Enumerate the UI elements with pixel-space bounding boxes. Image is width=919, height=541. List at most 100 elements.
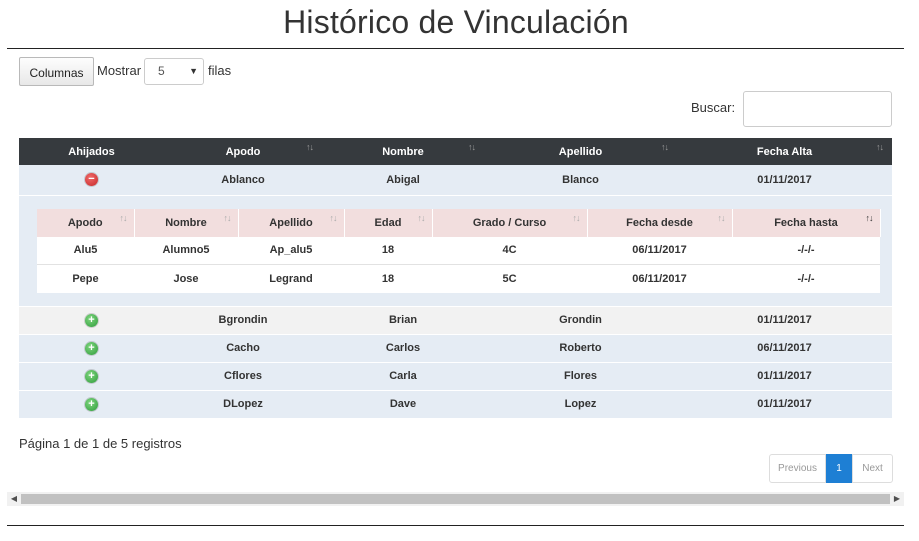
child-nombre-cell: Alumno5 (134, 236, 238, 265)
table-row[interactable]: + DLopez Dave Lopez 01/11/2017 (19, 390, 892, 419)
apodo-cell: DLopez (164, 390, 322, 419)
search-label: Buscar: (691, 100, 736, 115)
child-header-fecha-hasta[interactable]: Fecha hasta ↑↓ (732, 208, 881, 237)
horizontal-scrollbar[interactable]: ◀ ▶ (7, 492, 904, 506)
apellido-cell: Roberto (484, 334, 677, 363)
table-row[interactable]: + Cacho Carlos Roberto 06/11/2017 (19, 334, 892, 363)
header-nombre[interactable]: Nombre ↑↓ (322, 138, 484, 165)
child-header-fecha-desde[interactable]: Fecha desde ↑↓ (587, 208, 733, 237)
child-table-row[interactable]: Pepe Jose Legrand 18 5C 06/11/2017 -/-/- (37, 264, 880, 293)
header-label: Apodo (225, 145, 261, 158)
header-label: Fecha desde (626, 216, 693, 229)
sort-icon[interactable]: ↑↓ (718, 213, 726, 223)
child-header-row: Apodo ↑↓ Nombre ↑↓ Apellido ↑↓ Edad ↑↓ Grado… (37, 208, 881, 237)
table-row[interactable]: + Cflores Carla Flores 01/11/2017 (19, 362, 892, 391)
child-nombre-cell: Jose (134, 264, 238, 293)
child-fecha-hasta-cell: -/-/- (732, 236, 880, 265)
search-input[interactable] (743, 91, 892, 127)
header-label: Apellido (558, 145, 603, 158)
fecha-alta-cell: 01/11/2017 (677, 362, 892, 391)
header-label: Grado / Curso (472, 216, 547, 229)
scrollbar-thumb[interactable] (21, 494, 890, 504)
page-1-button[interactable]: 1 (826, 454, 852, 483)
child-header-grado[interactable]: Grado / Curso ↑↓ (432, 208, 588, 237)
plus-circle-icon[interactable]: + (85, 313, 98, 327)
nombre-cell: Carla (322, 362, 484, 391)
sort-icon[interactable]: ↑↓ (120, 213, 128, 223)
child-header-nombre[interactable]: Nombre ↑↓ (134, 208, 239, 237)
plus-circle-icon[interactable]: + (85, 369, 98, 383)
ahijados-cell: − (19, 165, 164, 196)
sort-icon[interactable]: ↑↓ (306, 142, 314, 152)
pagination: Previous 1 Next (769, 454, 893, 483)
header-apodo[interactable]: Apodo ↑↓ (164, 138, 322, 165)
header-apellido[interactable]: Apellido ↑↓ (484, 138, 677, 165)
footer-divider (7, 525, 904, 526)
header-label: Apodo (67, 216, 103, 229)
child-grado-cell: 4C (432, 236, 587, 265)
header-label: Nombre (165, 216, 207, 229)
next-page-button[interactable]: Next (852, 454, 893, 483)
child-grado-cell: 5C (432, 264, 587, 293)
sort-icon[interactable]: ↑↓ (661, 142, 669, 152)
fecha-alta-cell: 01/11/2017 (677, 165, 892, 196)
previous-page-button[interactable]: Previous (769, 454, 826, 483)
header-fecha-alta[interactable]: Fecha Alta ↑↓ (677, 138, 892, 165)
rows-per-page-select[interactable]: 5 ▼ (144, 58, 204, 85)
chevron-down-icon: ▼ (189, 66, 198, 76)
apodo-cell: Ablanco (164, 165, 322, 196)
plus-circle-icon[interactable]: + (85, 397, 98, 411)
apodo-cell: Cacho (164, 334, 322, 363)
columns-button[interactable]: Columnas (19, 57, 94, 86)
apellido-cell: Grondin (484, 306, 677, 335)
ahijados-cell: + (19, 390, 164, 419)
title-divider (7, 48, 904, 49)
child-container: Apodo ↑↓ Nombre ↑↓ Apellido ↑↓ Edad ↑↓ Grado… (19, 195, 892, 307)
nombre-cell: Brian (322, 306, 484, 335)
rows-per-page-value: 5 (158, 64, 165, 78)
sort-icon[interactable]: ↑↓ (573, 213, 581, 223)
ahijados-cell: + (19, 306, 164, 335)
apodo-cell: Bgrondin (164, 306, 322, 335)
child-fecha-desde-cell: 06/11/2017 (587, 236, 732, 265)
apellido-cell: Lopez (484, 390, 677, 419)
minus-circle-icon[interactable]: − (85, 173, 98, 187)
child-header-apellido[interactable]: Apellido ↑↓ (238, 208, 345, 237)
fecha-alta-cell: 01/11/2017 (677, 306, 892, 335)
pagination-info: Página 1 de 1 de 5 registros (19, 436, 182, 451)
child-header-edad[interactable]: Edad ↑↓ (344, 208, 433, 237)
header-label: Nombre (382, 145, 424, 158)
ahijados-table: Apodo ↑↓ Nombre ↑↓ Apellido ↑↓ Edad ↑↓ Grado… (37, 208, 881, 293)
table-row[interactable]: − Ablanco Abigal Blanco 01/11/2017 (19, 165, 892, 196)
ahijados-cell: + (19, 334, 164, 363)
scroll-left-icon[interactable]: ◀ (7, 492, 21, 506)
header-label: Apellido (269, 216, 313, 229)
apellido-cell: Blanco (484, 165, 677, 196)
child-table-row[interactable]: Alu5 Alumno5 Ap_alu5 18 4C 06/11/2017 -/… (37, 236, 880, 265)
sort-icon[interactable]: ↑↓ (468, 142, 476, 152)
table-row[interactable]: + Bgrondin Brian Grondin 01/11/2017 (19, 306, 892, 335)
sort-asc-icon[interactable]: ↑↓ (866, 213, 874, 223)
show-label: Mostrar (97, 63, 142, 78)
header-label: Edad (374, 216, 402, 229)
ahijados-cell: + (19, 362, 164, 391)
child-header-apodo[interactable]: Apodo ↑↓ (37, 208, 135, 237)
child-apellido-cell: Ap_alu5 (238, 236, 344, 265)
page-title: Histórico de Vinculación (283, 4, 629, 40)
plus-circle-icon[interactable]: + (85, 341, 98, 355)
child-row: Apodo ↑↓ Nombre ↑↓ Apellido ↑↓ Edad ↑↓ Grado… (19, 195, 892, 307)
header-label: Fecha hasta (774, 216, 838, 229)
sort-icon[interactable]: ↑↓ (876, 142, 884, 152)
fecha-alta-cell: 06/11/2017 (677, 334, 892, 363)
sort-icon[interactable]: ↑↓ (224, 213, 232, 223)
nombre-cell: Abigal (322, 165, 484, 196)
child-apodo-cell: Alu5 (37, 236, 134, 265)
sort-icon[interactable]: ↑↓ (418, 213, 426, 223)
sort-icon[interactable]: ↑↓ (330, 213, 338, 223)
scroll-right-icon[interactable]: ▶ (890, 492, 904, 506)
header-label: Ahijados (68, 145, 115, 158)
child-edad-cell: 18 (344, 236, 432, 265)
child-apellido-cell: Legrand (238, 264, 344, 293)
child-apodo-cell: Pepe (37, 264, 134, 293)
nombre-cell: Dave (322, 390, 484, 419)
